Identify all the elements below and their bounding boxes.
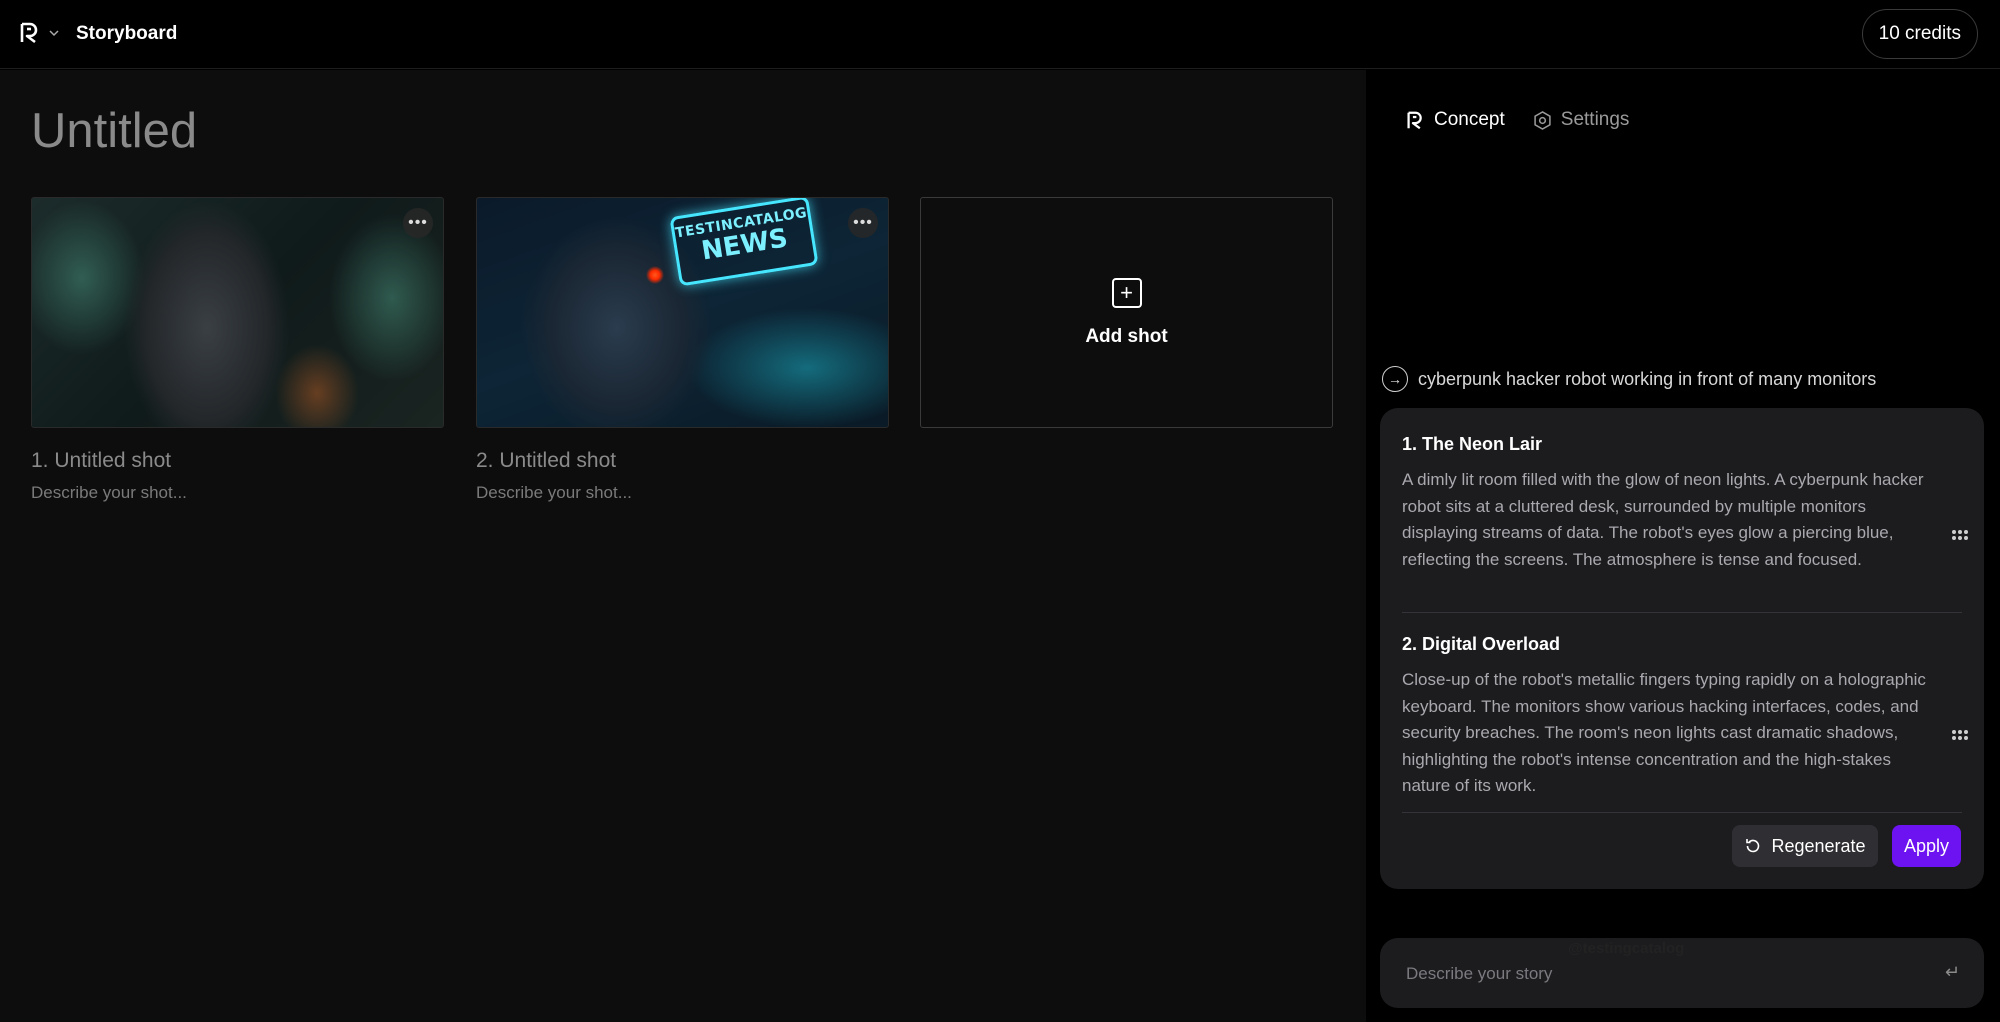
- prompt-row: → cyberpunk hacker robot working in fron…: [1382, 366, 1876, 392]
- prompt-text: cyberpunk hacker robot working in front …: [1418, 368, 1877, 389]
- page-title[interactable]: Untitled: [31, 103, 197, 159]
- more-options-button[interactable]: •••: [403, 208, 433, 238]
- more-icon: •••: [408, 214, 428, 231]
- concept-panel: Concept Settings → cyberpunk hacker robo…: [1366, 70, 2000, 1022]
- watermark: @testingcatalog: [1568, 940, 1685, 957]
- plus-icon: +: [1111, 277, 1142, 308]
- shot-card-1[interactable]: ••• 1. Untitled shot Describe your shot.…: [31, 197, 444, 503]
- scene-description[interactable]: Close-up of the robot's metallic fingers…: [1402, 667, 1942, 800]
- logo-icon: [1407, 111, 1422, 129]
- gear-icon: [1534, 110, 1551, 130]
- divider: [1402, 812, 1962, 813]
- regenerate-button[interactable]: Regenerate: [1732, 825, 1878, 867]
- top-bar: Storyboard 10 credits: [0, 0, 2000, 69]
- tab-settings[interactable]: Settings: [1533, 109, 1630, 131]
- panel-tabs: Concept Settings: [1406, 109, 1629, 131]
- drag-handle-icon[interactable]: [1952, 530, 1968, 540]
- chevron-down-icon: [49, 30, 59, 37]
- tab-label: Settings: [1560, 109, 1630, 130]
- neon-sign: TESTINCATALOG NEWS: [669, 198, 819, 287]
- shot-title[interactable]: 1. Untitled shot: [31, 449, 444, 473]
- enter-icon[interactable]: ↵: [1945, 962, 1960, 983]
- add-shot-button[interactable]: + Add shot: [920, 197, 1333, 428]
- shot-description[interactable]: Describe your shot...: [31, 483, 444, 503]
- scene-description[interactable]: A dimly lit room filled with the glow of…: [1402, 467, 1942, 573]
- more-icon: •••: [853, 214, 873, 231]
- scene-title[interactable]: 1. The Neon Lair: [1402, 434, 1962, 455]
- storyboard-canvas: Untitled ••• 1. Untitled shot Describe y…: [0, 70, 1366, 1022]
- logo-icon: [20, 22, 38, 44]
- refresh-icon: [1746, 839, 1760, 853]
- scene-item[interactable]: 2. Digital Overload Close-up of the robo…: [1402, 634, 1968, 800]
- apply-button[interactable]: Apply: [1892, 825, 1961, 867]
- divider: [1402, 612, 1962, 613]
- regenerate-label: Regenerate: [1771, 835, 1866, 856]
- more-options-button[interactable]: •••: [848, 208, 878, 238]
- arrow-right-icon: →: [1382, 366, 1408, 392]
- shot-card-2[interactable]: TESTINCATALOG NEWS ••• 2. Untitled shot …: [476, 197, 889, 503]
- drag-handle-icon[interactable]: [1952, 730, 1968, 740]
- shot-description[interactable]: Describe your shot...: [476, 483, 889, 503]
- shot-thumbnail[interactable]: TESTINCATALOG NEWS •••: [476, 197, 889, 428]
- shot-title[interactable]: 2. Untitled shot: [476, 449, 889, 473]
- story-input[interactable]: [1406, 961, 1906, 987]
- credits-button[interactable]: 10 credits: [1861, 9, 1978, 59]
- tab-concept[interactable]: Concept: [1406, 109, 1505, 131]
- shot-thumbnail[interactable]: •••: [31, 197, 444, 428]
- scene-item[interactable]: 1. The Neon Lair A dimly lit room filled…: [1402, 434, 1968, 573]
- add-shot-label: Add shot: [1085, 325, 1168, 347]
- tab-label: Concept: [1434, 109, 1505, 130]
- app-title: Storyboard: [76, 23, 178, 44]
- app-logo-menu[interactable]: [19, 22, 59, 44]
- concept-card: 1. The Neon Lair A dimly lit room filled…: [1380, 408, 1984, 889]
- scene-title[interactable]: 2. Digital Overload: [1402, 634, 1962, 655]
